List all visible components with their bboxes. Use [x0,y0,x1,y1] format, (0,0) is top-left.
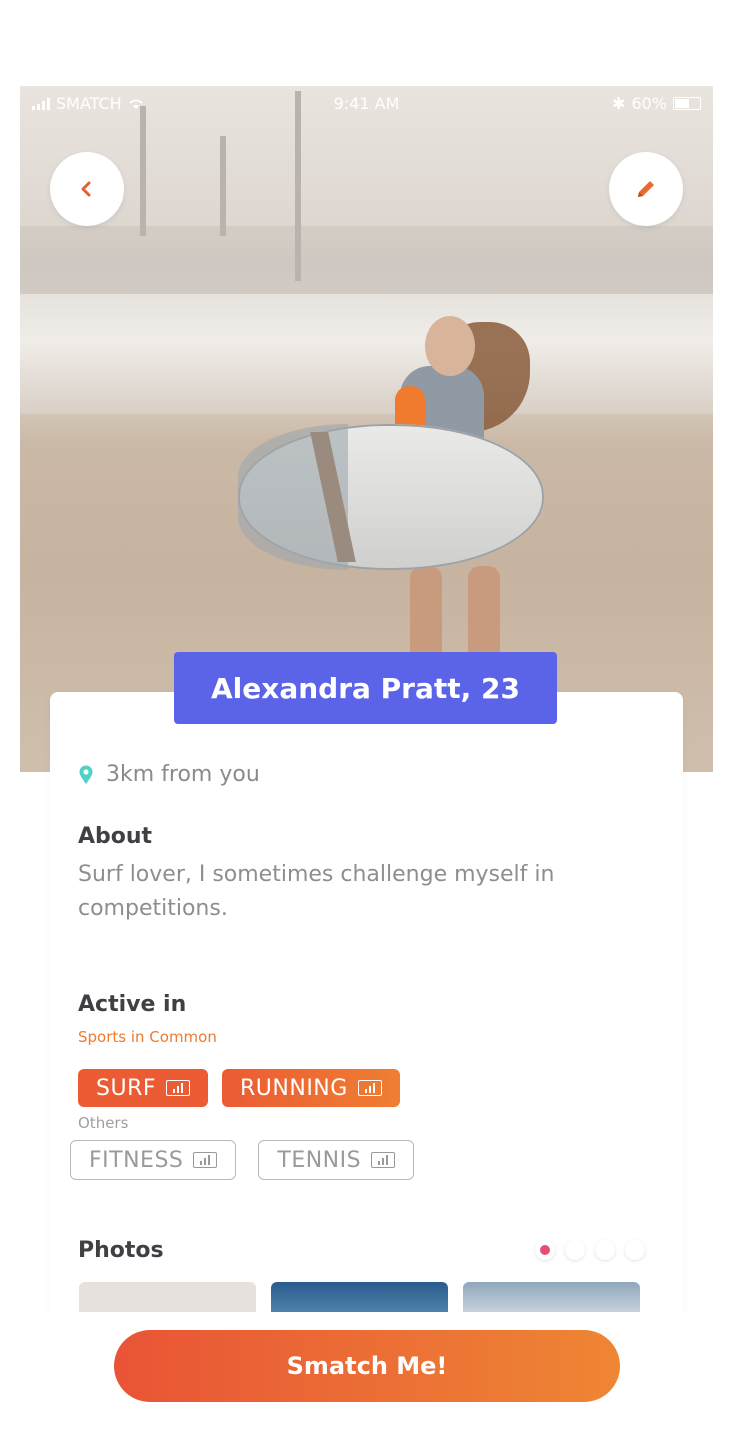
bar-chart-icon [371,1152,396,1168]
edit-button[interactable] [609,152,683,226]
bluetooth-icon: ✱ [612,94,626,113]
sport-tag-label: RUNNING [240,1075,348,1101]
location-pin-icon [79,765,93,784]
bar-chart-icon [193,1152,218,1168]
background-pole [220,136,226,236]
pencil-icon [638,181,654,197]
sport-tag-running[interactable]: RUNNING [222,1069,400,1107]
surfer-head [425,316,475,376]
bar-chart-icon [166,1080,191,1096]
sport-tag-label: FITNESS [89,1147,184,1173]
sport-tag-label: SURF [96,1075,157,1101]
sports-in-common-label: Sports in Common [78,1028,217,1046]
background-pole [140,106,146,236]
bar-chart-icon [357,1080,382,1096]
pagination-dot[interactable] [535,1240,555,1260]
status-time: 9:41 AM [333,94,400,113]
sport-tag-surf[interactable]: SURF [78,1069,209,1107]
pagination-dot[interactable] [625,1240,645,1260]
photo-thumbnail[interactable] [463,1282,640,1312]
back-button[interactable] [50,152,124,226]
common-sports-row: SURF RUNNING [78,1069,400,1107]
surfboard [238,424,544,570]
others-label: Others [78,1114,129,1132]
status-bar: SMATCH 9:41 AM ✱ 60% [20,86,713,122]
photo-pagination [535,1240,645,1260]
battery-icon [673,97,701,110]
distance-row: 3km from you [78,762,260,787]
background-sea [20,294,713,414]
status-right: ✱ 60% [612,94,701,113]
chevron-left-icon [81,181,91,197]
profile-name: Alexandra Pratt, 23 [174,652,557,724]
battery-label: 60% [631,94,667,113]
about-title: About [78,824,153,849]
photo-thumbnail[interactable] [271,1282,448,1312]
distance-text: 3km from you [106,762,260,787]
sport-tag-label: TENNIS [277,1147,362,1173]
smatch-me-button[interactable]: Smatch Me! [114,1330,620,1402]
sport-tag-tennis[interactable]: TENNIS [258,1140,415,1180]
active-in-title: Active in [78,992,187,1017]
background-factory [20,226,713,296]
photos-title: Photos [78,1238,164,1263]
pagination-dot[interactable] [565,1240,585,1260]
pagination-dot[interactable] [595,1240,615,1260]
about-text: Surf lover, I sometimes challenge myself… [78,862,555,921]
sport-tag-fitness[interactable]: FITNESS [70,1140,237,1180]
phone-screen: SMATCH 9:41 AM ✱ 60% Alexandra Pratt, 23… [20,86,713,1416]
other-sports-row: FITNESS TENNIS [70,1140,415,1180]
photo-thumbnail[interactable] [79,1282,256,1312]
